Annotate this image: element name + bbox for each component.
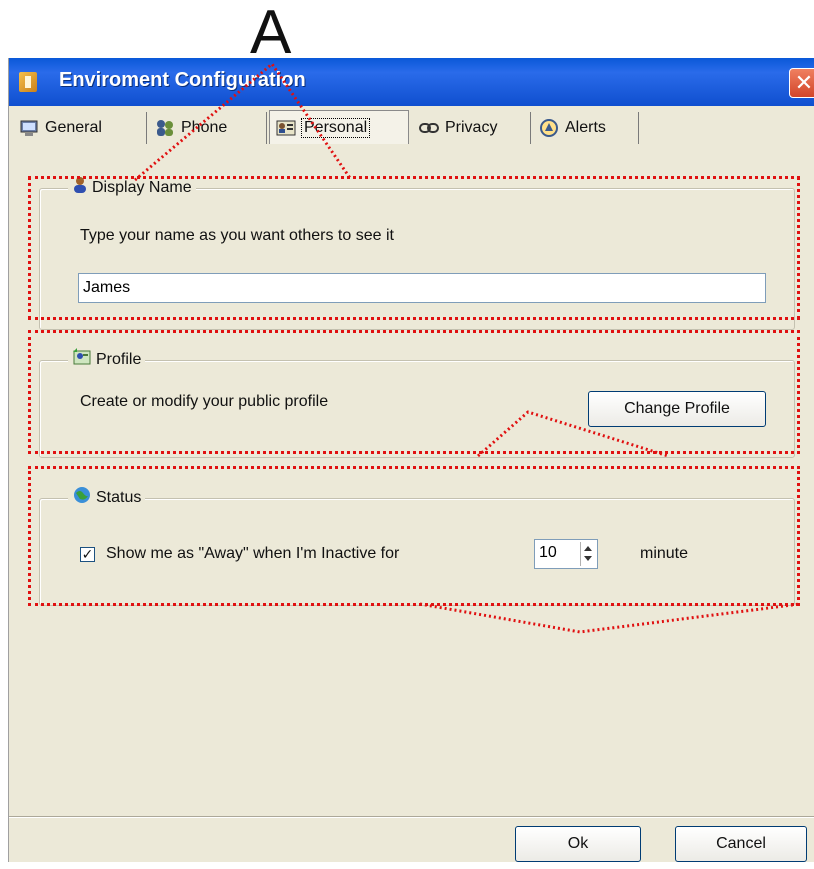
title-bar[interactable]: Enviroment Configuration ✕ xyxy=(9,58,814,106)
users-icon xyxy=(155,118,175,138)
tab-alerts-label: Alerts xyxy=(565,119,606,136)
tab-bar: General Phone Personal Privacy Alerts xyxy=(9,108,814,148)
tab-personal[interactable]: Personal xyxy=(269,110,409,144)
annotation-box-status xyxy=(28,466,800,606)
callout-a-label: A xyxy=(250,0,292,67)
tab-phone-label: Phone xyxy=(181,119,228,136)
cancel-button[interactable]: Cancel xyxy=(675,826,807,862)
tab-phone[interactable]: Phone xyxy=(149,112,267,144)
alert-icon xyxy=(539,118,559,138)
ok-button[interactable]: Ok xyxy=(515,826,641,862)
tab-alerts[interactable]: Alerts xyxy=(533,112,639,144)
tab-personal-label: Personal xyxy=(300,117,371,138)
computer-icon xyxy=(19,118,39,138)
footer-separator-highlight xyxy=(9,817,814,818)
link-icon xyxy=(419,118,439,138)
contact-card-icon xyxy=(276,118,296,138)
tab-privacy[interactable]: Privacy xyxy=(413,112,531,144)
tab-general[interactable]: General xyxy=(13,112,147,144)
annotation-box-profile xyxy=(28,330,800,454)
tab-privacy-label: Privacy xyxy=(445,119,498,136)
annotation-box-display-name xyxy=(28,176,800,320)
window-title: Enviroment Configuration xyxy=(59,69,306,91)
app-icon xyxy=(19,72,37,92)
tab-general-label: General xyxy=(45,119,102,136)
close-icon[interactable]: ✕ xyxy=(789,68,814,98)
